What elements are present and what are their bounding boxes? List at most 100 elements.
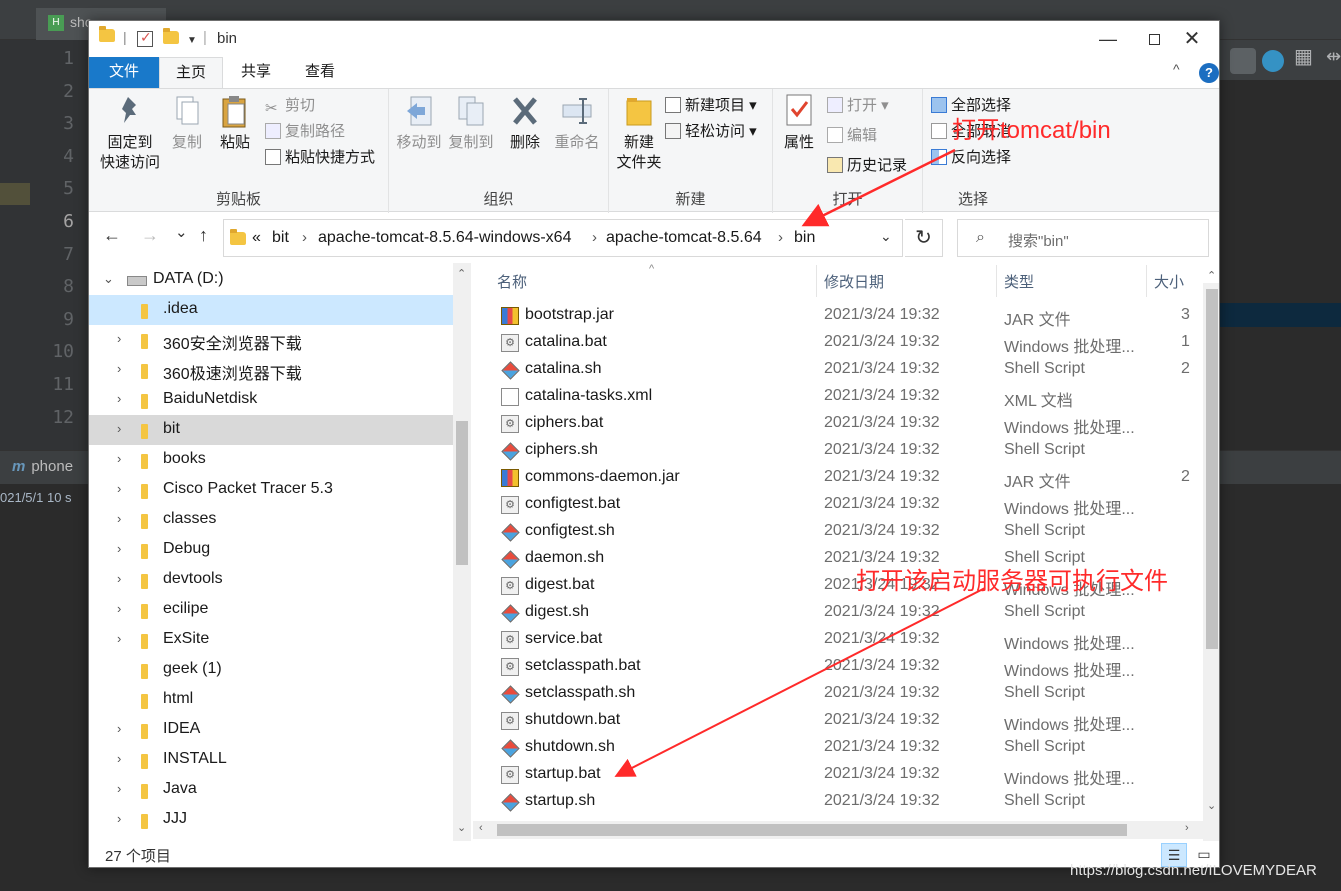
- tree-item[interactable]: › classes: [89, 505, 453, 535]
- chevron-right-icon[interactable]: ›: [117, 331, 121, 346]
- scroll-up-icon[interactable]: ⌃: [1207, 269, 1216, 282]
- invert-selection-button[interactable]: 反向选择: [931, 147, 1011, 171]
- chevron-right-icon[interactable]: ›: [117, 571, 121, 586]
- copy-to-button[interactable]: 复制到: [445, 93, 497, 153]
- chevron-right-icon[interactable]: ›: [117, 721, 121, 736]
- close-button[interactable]: ✕: [1169, 21, 1215, 57]
- scroll-left-icon[interactable]: ‹: [479, 822, 483, 834]
- chevron-right-icon[interactable]: ›: [117, 751, 121, 766]
- column-name[interactable]: 名称: [497, 271, 527, 292]
- delete-button[interactable]: 删除: [503, 93, 547, 153]
- scroll-down-icon[interactable]: ⌄: [457, 821, 466, 834]
- tree-item[interactable]: › 360极速浏览器下载: [89, 355, 453, 385]
- chevron-right-icon[interactable]: ›: [117, 391, 121, 406]
- column-date[interactable]: 修改日期: [824, 271, 884, 292]
- edit-button[interactable]: 编辑: [827, 125, 877, 149]
- file-row[interactable]: commons-daemon.jar 2021/3/24 19:32 JAR 文件 2: [473, 465, 1203, 492]
- tab-view[interactable]: 查看: [293, 57, 347, 89]
- tree-item[interactable]: › Java: [89, 775, 453, 805]
- file-list-hscrollbar[interactable]: ‹ ›: [473, 821, 1203, 839]
- open-button[interactable]: 打开 ▾: [827, 95, 889, 119]
- properties-button[interactable]: 属性: [777, 93, 821, 153]
- copy-button[interactable]: 复制: [165, 93, 209, 153]
- tree-item[interactable]: › JJJ: [89, 805, 453, 835]
- vcs-history-icon[interactable]: [1230, 48, 1256, 74]
- tree-item[interactable]: › Debug: [89, 535, 453, 565]
- breadcrumb-bin[interactable]: bin: [794, 229, 815, 247]
- file-row[interactable]: catalina.bat 2021/3/24 19:32 Windows 批处理..…: [473, 330, 1203, 357]
- breadcrumb-separator[interactable]: ›: [302, 229, 307, 246]
- address-dropdown-icon[interactable]: ⌄: [880, 228, 892, 245]
- scroll-down-icon[interactable]: ⌄: [1207, 799, 1216, 812]
- file-list-scrollbar[interactable]: ⌃ ⌄: [1203, 270, 1219, 841]
- tree-item[interactable]: › ExSite: [89, 625, 453, 655]
- address-bar[interactable]: « bit › apache-tomcat-8.5.64-windows-x64…: [223, 219, 903, 257]
- paste-button[interactable]: 粘贴: [213, 93, 257, 153]
- tree-item[interactable]: › IDEA: [89, 715, 453, 745]
- column-type[interactable]: 类型: [1004, 271, 1034, 292]
- properties-qa-icon[interactable]: [137, 29, 153, 47]
- file-row[interactable]: shutdown.sh 2021/3/24 19:32 Shell Script: [473, 735, 1203, 762]
- collapse-ribbon-icon[interactable]: ^: [1173, 61, 1180, 77]
- rename-button[interactable]: 重命名: [549, 93, 605, 153]
- file-row[interactable]: configtest.sh 2021/3/24 19:32 Shell Script: [473, 519, 1203, 546]
- tab-file[interactable]: 文件: [89, 57, 159, 89]
- customize-qa-icon[interactable]: ▼: [187, 35, 197, 55]
- nav-scrollbar[interactable]: ⌃ ⌄: [453, 263, 471, 841]
- chevron-right-icon[interactable]: ›: [117, 631, 121, 646]
- breadcrumb-separator[interactable]: ›: [778, 229, 783, 246]
- compass-icon[interactable]: [1262, 50, 1284, 72]
- help-icon[interactable]: ?: [1199, 63, 1219, 83]
- file-row[interactable]: setclasspath.sh 2021/3/24 19:32 Shell Scri…: [473, 681, 1203, 708]
- refresh-button[interactable]: ↻: [905, 219, 943, 257]
- file-list-hscroll-thumb[interactable]: [497, 824, 1127, 836]
- move-to-button[interactable]: 移动到: [393, 93, 445, 153]
- up-button[interactable]: ↑: [199, 225, 208, 246]
- breadcrumb-separator[interactable]: ›: [592, 229, 597, 246]
- file-row[interactable]: ciphers.sh 2021/3/24 19:32 Shell Script: [473, 438, 1203, 465]
- chevron-right-icon[interactable]: ›: [117, 811, 121, 826]
- tree-item[interactable]: .idea: [89, 295, 453, 325]
- file-row[interactable]: startup.bat 2021/3/24 19:32 Windows 批处理...: [473, 762, 1203, 789]
- column-size[interactable]: 大小: [1154, 271, 1184, 292]
- tree-item[interactable]: › 360安全浏览器下载: [89, 325, 453, 355]
- pin-quick-access-button[interactable]: 固定到 快速访问: [95, 93, 165, 173]
- tree-item[interactable]: › ecilipe: [89, 595, 453, 625]
- easy-access-button[interactable]: 轻松访问 ▾: [665, 121, 757, 145]
- run-config-label[interactable]: m phone: [12, 458, 73, 475]
- tree-item[interactable]: › devtools: [89, 565, 453, 595]
- nav-scroll-thumb[interactable]: [456, 421, 468, 565]
- column-divider[interactable]: [996, 265, 997, 297]
- file-row[interactable]: ciphers.bat 2021/3/24 19:32 Windows 批处理...: [473, 411, 1203, 438]
- chevron-right-icon[interactable]: ›: [117, 481, 121, 496]
- file-row[interactable]: catalina-tasks.xml 2021/3/24 19:32 XML 文档: [473, 384, 1203, 411]
- table-icon[interactable]: ▦: [1294, 44, 1320, 70]
- tree-item[interactable]: › BaiduNetdisk: [89, 385, 453, 415]
- chevron-right-icon[interactable]: ›: [117, 421, 121, 436]
- file-row[interactable]: shutdown.bat 2021/3/24 19:32 Windows 批处理..…: [473, 708, 1203, 735]
- file-row[interactable]: startup.sh 2021/3/24 19:32 Shell Script: [473, 789, 1203, 816]
- column-divider[interactable]: [1146, 265, 1147, 297]
- tree-item[interactable]: html: [89, 685, 453, 715]
- chevron-right-icon[interactable]: ›: [117, 511, 121, 526]
- new-folder-button[interactable]: 新建 文件夹: [613, 93, 665, 173]
- new-folder-qa-icon[interactable]: [163, 28, 179, 51]
- recent-locations-button[interactable]: ⌄: [175, 223, 188, 241]
- forward-button[interactable]: →: [141, 225, 159, 246]
- scroll-up-icon[interactable]: ⌃: [457, 267, 466, 280]
- back-button[interactable]: ←: [103, 225, 121, 246]
- file-row[interactable]: configtest.bat 2021/3/24 19:32 Windows 批处理…: [473, 492, 1203, 519]
- breadcrumb-tomcat[interactable]: apache-tomcat-8.5.64: [606, 229, 762, 247]
- history-button[interactable]: 历史记录: [827, 155, 907, 179]
- tab-share[interactable]: 共享: [229, 57, 283, 89]
- tree-item[interactable]: › INSTALL: [89, 745, 453, 775]
- file-row[interactable]: catalina.sh 2021/3/24 19:32 Shell Script 2: [473, 357, 1203, 384]
- tree-item[interactable]: geek (1): [89, 655, 453, 685]
- tree-item[interactable]: › Cisco Packet Tracer 5.3: [89, 475, 453, 505]
- breadcrumb-tomcat-windows[interactable]: apache-tomcat-8.5.64-windows-x64: [318, 229, 571, 247]
- file-row[interactable]: digest.sh 2021/3/24 19:32 Shell Script: [473, 600, 1203, 627]
- cut-button[interactable]: ✂ 剪切: [265, 95, 315, 119]
- tab-home[interactable]: 主页: [159, 57, 223, 89]
- paste-shortcut-button[interactable]: 粘贴快捷方式: [265, 147, 375, 171]
- chevron-right-icon[interactable]: ›: [117, 601, 121, 616]
